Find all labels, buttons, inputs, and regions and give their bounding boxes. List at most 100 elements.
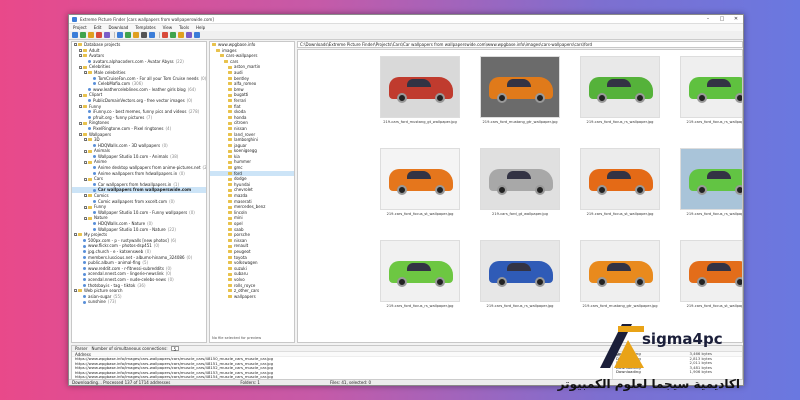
car-wheel (397, 185, 407, 195)
toolbar-button-icon[interactable] (133, 32, 139, 38)
col-address[interactable]: Address (75, 352, 91, 357)
menu-tools[interactable]: Tools (179, 25, 189, 30)
threads-value[interactable]: 5 (170, 346, 180, 352)
tree-item-label: PublicDomainVectors.org - free vector im… (93, 97, 185, 103)
expand-toggle-icon[interactable]: − (74, 43, 78, 47)
expand-toggle-icon[interactable]: − (79, 65, 83, 69)
folder-icon (83, 65, 87, 69)
menu-download[interactable]: Download (108, 25, 128, 30)
expand-toggle-icon[interactable]: − (84, 138, 88, 142)
expand-toggle-icon[interactable]: − (84, 177, 88, 181)
toolbar-button-icon[interactable] (149, 32, 155, 38)
toolbar-button-icon[interactable] (88, 32, 94, 38)
maximize-icon[interactable]: □ (715, 15, 729, 23)
thumbnail[interactable]: 219-cars_ford_focus_rs_wallpaper.jpg (680, 56, 742, 132)
expand-toggle-icon[interactable]: − (79, 93, 83, 97)
folder-icon (228, 121, 232, 125)
expand-toggle-icon[interactable]: − (79, 104, 83, 108)
project-icon (88, 127, 91, 131)
expand-toggle-icon[interactable]: − (79, 48, 83, 52)
car-window (607, 79, 631, 87)
expand-toggle-icon[interactable]: − (79, 132, 83, 136)
project-icon (83, 239, 86, 243)
toolbar-button-icon[interactable] (72, 32, 78, 38)
expand-toggle-icon[interactable]: − (79, 54, 83, 58)
toolbar-button-icon[interactable] (186, 32, 192, 38)
thumbnail[interactable]: 219-cars_ford_focus_rs_wallpaper.jpg (580, 56, 660, 132)
thumbnail[interactable]: 219-cars_ford_gt_wallpaper.jpg (480, 148, 560, 224)
car-image (580, 240, 660, 302)
menu-project[interactable]: Project (73, 25, 87, 30)
folder-icon (228, 250, 232, 254)
folder-icon (83, 121, 87, 125)
toolbar-button-icon[interactable] (194, 32, 200, 38)
expand-toggle-icon[interactable]: − (84, 160, 88, 164)
toolbar-button-icon[interactable] (178, 32, 184, 38)
expand-toggle-icon[interactable]: − (79, 121, 83, 125)
close-icon[interactable]: ✕ (729, 15, 743, 23)
brand-arabic: اكاديمية سيجما لعلوم الكمبيوتر (557, 377, 740, 391)
status-folders: Folders: 1 (240, 380, 260, 385)
expand-toggle-icon[interactable]: − (74, 233, 78, 237)
expand-toggle-icon[interactable]: − (84, 194, 88, 198)
thumbnail[interactable]: 219-cars_ford_focus_rs_wallpaper.jpg (380, 240, 460, 316)
thumbnail[interactable]: 219-cars_ford_focus_st_wallpaper.jpg (680, 240, 742, 316)
menu-help[interactable]: Help (196, 25, 205, 30)
toolbar-button-icon[interactable] (162, 32, 168, 38)
car-wheel (535, 185, 545, 195)
minimize-icon[interactable]: – (701, 15, 715, 23)
thumbnail-caption: 219-cars_ford_gt_wallpaper.jpg (492, 212, 548, 216)
folder-icon (220, 54, 224, 58)
toolbar-button-icon[interactable] (170, 32, 176, 38)
brand-name: sigma4pc (642, 330, 723, 348)
tree-item-count: (7) (146, 114, 153, 120)
thumbnail[interactable]: 219-cars_ford_mustang_gtr_wallpaper.jpg (480, 56, 560, 132)
project-icon (83, 255, 86, 259)
menu-templates[interactable]: Templates (135, 25, 155, 30)
car-image (680, 240, 742, 302)
thumbnail[interactable]: 219-cars_ford_focus_st_wallpaper.jpg (580, 148, 660, 224)
expand-toggle-icon[interactable]: − (84, 205, 88, 209)
toolbar-button-icon[interactable] (117, 32, 123, 38)
toolbar-button-icon[interactable] (141, 32, 147, 38)
expand-toggle-icon[interactable]: − (74, 289, 78, 293)
folder-icon (78, 233, 82, 237)
sigma-logo: sigma4pc (592, 310, 742, 376)
thumbnail-grid[interactable]: 219-cars_ford_mustang_gt_wallpaper.jpg 21… (297, 49, 743, 343)
toolbar-button-icon[interactable] (80, 32, 86, 38)
expand-toggle-icon[interactable]: − (84, 149, 88, 153)
projects-tree[interactable]: − Database projects − Adult − Avatars avatars.… (71, 41, 207, 343)
folder-icon (228, 116, 232, 120)
toolbar-button-icon[interactable] (96, 32, 102, 38)
tree-item-count: (22) (202, 165, 206, 171)
toolbar-button-icon[interactable] (104, 32, 110, 38)
toolbar (69, 31, 743, 40)
expand-toggle-icon[interactable]: − (84, 216, 88, 220)
car-shape (489, 77, 553, 103)
tree-item-label: Wallpaper Studio 10.com - Animals (98, 153, 169, 159)
menu-edit[interactable]: Edit (94, 25, 102, 30)
thumbnail[interactable]: 219-cars_ford_focus_rs_wallpaper.jpg (680, 148, 742, 224)
thumbnail[interactable]: 219-cars_ford_mustang_gtr_wallpaper.jpg (580, 240, 660, 316)
expand-toggle-icon[interactable]: − (84, 71, 88, 75)
thumbnail[interactable]: 219-cars_ford_focus_st_wallpaper.jpg (380, 148, 460, 224)
folder-item[interactable]: wallpapers (210, 294, 294, 300)
preview-status: No file selected for preview (212, 336, 262, 340)
project-icon (83, 267, 86, 271)
menu-view[interactable]: View (163, 25, 173, 30)
toolbar-button-icon[interactable] (125, 32, 131, 38)
project-icon (93, 166, 96, 170)
thumbnail[interactable]: 219-cars_ford_focus_rs_wallpaper.jpg (480, 240, 560, 316)
car-wheel (697, 93, 707, 103)
tree-item[interactable]: sunshine (73) (72, 299, 206, 305)
tree-item-label: Wallpaper Studio 10.com - Nature (98, 226, 166, 232)
folders-tree[interactable]: www.wpgbase.info images cars-wallpapers car… (209, 41, 295, 343)
project-icon (93, 171, 96, 175)
thumbnail[interactable]: 219-cars_ford_mustang_gt_wallpaper.jpg (380, 56, 460, 132)
